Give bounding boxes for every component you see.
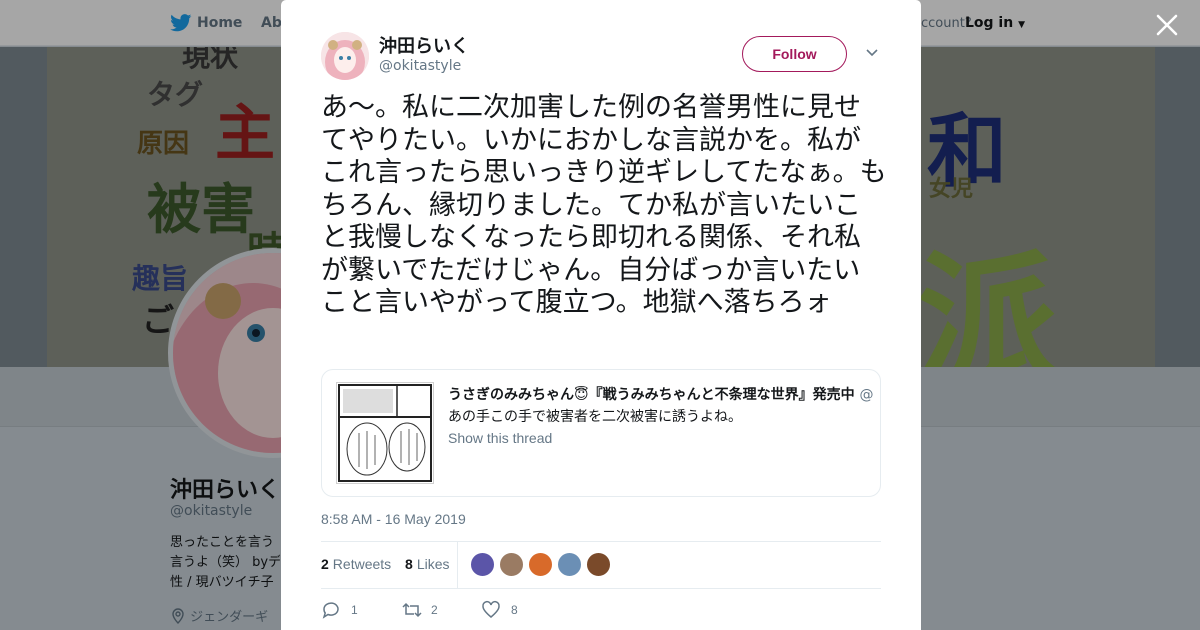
quoted-tweet-text: あの手この手で被害者を二次被害に誘うよね。 [448, 409, 742, 425]
retweets-label[interactable]: Retweets [333, 556, 391, 572]
tweet-timestamp[interactable]: 8:58 AM - 16 May 2019 [321, 511, 466, 527]
liker-avatar[interactable] [557, 552, 582, 577]
like-action-count: 8 [511, 603, 518, 617]
quoted-tweet-card[interactable]: うさぎのみみちゃん😇『戦うみみちゃんと不条理な世界』発売中 @ あの手この手で被… [321, 369, 881, 497]
reply-count: 1 [351, 603, 358, 617]
liker-avatar[interactable] [470, 552, 495, 577]
chevron-down-icon[interactable] [865, 48, 879, 58]
liker-avatar[interactable] [499, 552, 524, 577]
show-thread-link[interactable]: Show this thread [448, 430, 552, 446]
stats-separator [457, 542, 458, 588]
retweet-action-count: 2 [431, 603, 438, 617]
tweet-stats: 2 Retweets 8 Likes [321, 556, 460, 572]
liker-avatar[interactable] [528, 552, 553, 577]
author-avatar[interactable] [321, 32, 369, 80]
quoted-tweet-image[interactable] [336, 382, 434, 484]
tweet-text: あ〜。私に二次加害した例の名誉男性に見せてやりたい。いかにおかしな言説かを。私が… [321, 92, 887, 318]
divider [321, 588, 881, 589]
author-avatar-illustration [321, 32, 369, 80]
quoted-tweet-author[interactable]: うさぎのみみちゃん😇『戦うみみちゃんと不条理な世界』発売中 @ [448, 384, 880, 404]
divider [321, 541, 881, 542]
liker-avatar[interactable] [586, 552, 611, 577]
retweets-stat[interactable]: 2 Retweets [321, 556, 391, 572]
quoted-author-name[interactable]: うさぎのみみちゃん😇『戦うみみちゃんと不条理な世界』発売中 [448, 387, 855, 403]
manga-panel-image [338, 384, 432, 482]
likes-stat[interactable]: 8 Likes [405, 556, 449, 572]
likes-label[interactable]: Likes [417, 556, 450, 572]
author-handle[interactable]: @okitastyle [379, 58, 461, 74]
quoted-author-handle[interactable]: @ [859, 387, 873, 403]
author-name[interactable]: 沖田らいく [379, 32, 469, 58]
retweet-icon[interactable] [401, 600, 423, 620]
close-icon[interactable] [1154, 12, 1180, 38]
retweets-count[interactable]: 2 [321, 556, 329, 572]
reply-icon[interactable] [321, 600, 341, 620]
heart-icon[interactable] [481, 600, 501, 620]
likes-count[interactable]: 8 [405, 556, 413, 572]
follow-button[interactable]: Follow [742, 36, 847, 72]
tweet-modal: 沖田らいく @okitastyle Follow あ〜。私に二次加害した例の名誉… [281, 0, 921, 630]
